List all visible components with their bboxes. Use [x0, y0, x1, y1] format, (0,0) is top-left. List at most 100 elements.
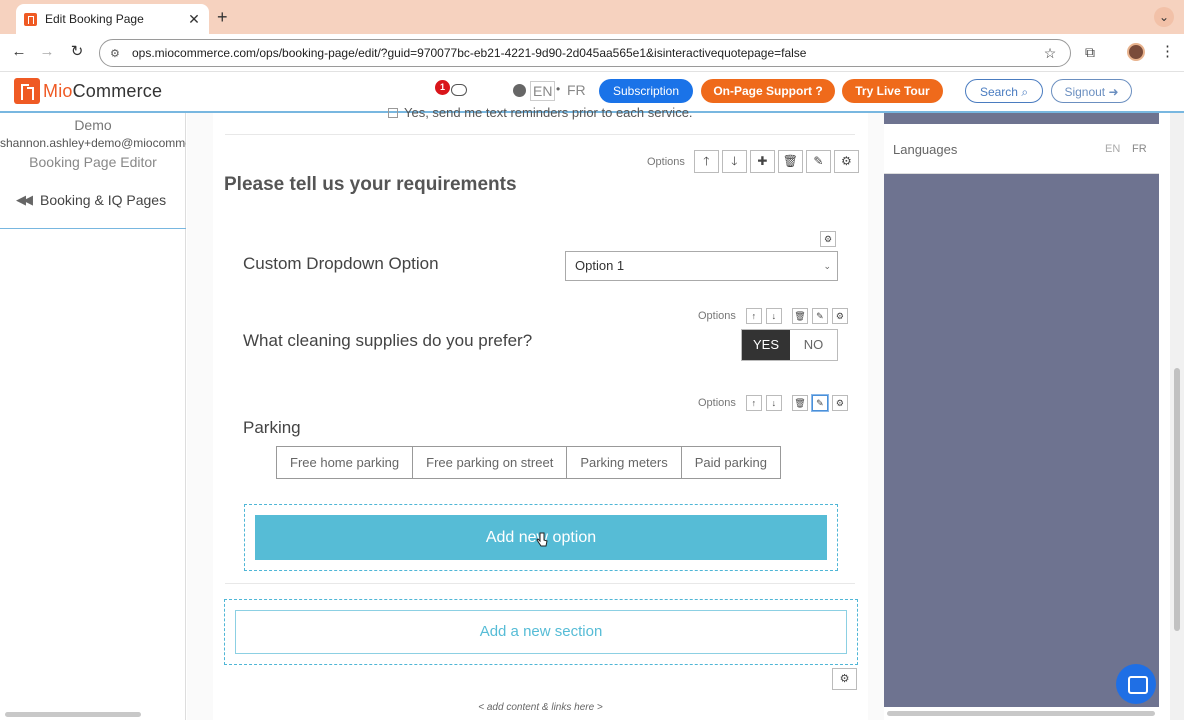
- divider: [225, 134, 855, 135]
- signout-label: Signout: [1064, 85, 1106, 99]
- no-option[interactable]: NO: [790, 330, 837, 360]
- reload-icon[interactable]: ↻: [67, 42, 87, 62]
- settings-icon[interactable]: ⚙: [831, 395, 848, 411]
- back-to-pages-link[interactable]: ◀◀ Booking & IQ Pages: [16, 192, 166, 208]
- add-new-section-button[interactable]: Add a new section: [235, 610, 847, 654]
- checkbox[interactable]: [388, 108, 398, 118]
- tab-title: Edit Booking Page: [45, 12, 144, 26]
- tab-close-icon[interactable]: ✕: [187, 11, 201, 28]
- address-bar[interactable]: ⚙ ops.miocommerce.com/ops/booking-page/e…: [99, 39, 1071, 67]
- chevron-down-icon: ⌄: [823, 261, 831, 271]
- parking-option[interactable]: Free home parking: [277, 447, 414, 478]
- browser-toolbar: ← → ↻ ⚙ ops.miocommerce.com/ops/booking-…: [0, 34, 1184, 72]
- parking-option[interactable]: Paid parking: [682, 447, 780, 478]
- section-options-toolbar: Options 🡑 🡓 ✚ 🗑 ✎ ⚙: [647, 150, 859, 173]
- settings-icon[interactable]: ⚙: [831, 308, 848, 324]
- scrollbar-thumb[interactable]: [1174, 368, 1180, 631]
- forward-icon[interactable]: →: [37, 42, 57, 62]
- dropdown-field-label: Custom Dropdown Option: [243, 254, 439, 273]
- add-icon[interactable]: ✚: [749, 150, 775, 173]
- parking-choice-group: Free home parking Free parking on street…: [276, 446, 782, 479]
- move-down-icon[interactable]: 🡓: [721, 150, 747, 173]
- miocommerce-logo[interactable]: MioCommerce: [14, 78, 162, 104]
- site-info-icon[interactable]: ⚙: [110, 47, 124, 60]
- signout-button[interactable]: Signout ➜: [1051, 79, 1132, 103]
- browser-tab[interactable]: Edit Booking Page ✕: [16, 4, 209, 34]
- double-left-arrow-icon: ◀◀: [16, 192, 33, 207]
- edit-icon[interactable]: ✎: [811, 395, 828, 411]
- browser-tab-bar: Edit Booking Page ✕ + ⌄: [0, 0, 1184, 34]
- footer-hint: < add content & links here >: [478, 702, 603, 713]
- text-reminder-checkbox-row[interactable]: Yes, send me text reminders prior to eac…: [388, 105, 693, 120]
- lang-en-option[interactable]: EN: [530, 81, 556, 101]
- move-up-icon[interactable]: ↑: [745, 395, 762, 411]
- edit-icon[interactable]: ✎: [805, 150, 831, 173]
- move-up-icon[interactable]: 🡑: [693, 150, 719, 173]
- url-text[interactable]: ops.miocommerce.com/ops/booking-page/edi…: [132, 46, 1040, 60]
- account-email: shannon.ashley+demo@miocommerce.com: [0, 136, 186, 150]
- browser-menu-icon[interactable]: ⋮: [1160, 42, 1175, 60]
- dropdown-value: Option 1: [575, 258, 625, 273]
- parking-option[interactable]: Parking meters: [567, 447, 682, 478]
- settings-icon[interactable]: ⚙: [832, 668, 857, 690]
- on-page-support-button[interactable]: On-Page Support ?: [701, 79, 835, 103]
- languages-row: Languages EN FR: [884, 124, 1159, 174]
- extensions-icon[interactable]: ⧉: [1085, 44, 1095, 61]
- new-tab-icon[interactable]: +: [217, 7, 228, 28]
- edit-icon[interactable]: ✎: [811, 308, 828, 324]
- question-options-toolbar: Options ↑ ↓ 🗑 ✎ ⚙: [698, 308, 848, 324]
- checkbox-label: Yes, send me text reminders prior to eac…: [404, 105, 693, 120]
- sidebar-hscrollbar[interactable]: [5, 712, 141, 717]
- back-icon[interactable]: ←: [9, 42, 29, 62]
- divider: [225, 583, 855, 584]
- delete-icon[interactable]: 🗑: [791, 308, 808, 324]
- language-fr-option[interactable]: FR: [1132, 143, 1147, 155]
- search-button[interactable]: Search ⌕: [965, 79, 1043, 103]
- add-section-dropzone: Add a new section: [224, 599, 858, 665]
- yes-option[interactable]: YES: [742, 330, 790, 360]
- chat-icon[interactable]: [451, 84, 467, 96]
- settings-icon[interactable]: ⚙: [833, 150, 859, 173]
- parking-options-toolbar: Options ↑ ↓ 🗑 ✎ ⚙: [698, 395, 848, 411]
- settings-icon[interactable]: ⚙: [820, 231, 836, 247]
- search-label: Search: [979, 85, 1018, 99]
- yes-no-toggle: YES NO: [741, 329, 838, 361]
- page-vscrollbar[interactable]: [1170, 113, 1184, 720]
- right-panel-hscrollbar[interactable]: [887, 711, 1155, 716]
- logo-text: MioCommerce: [43, 80, 163, 101]
- panel-header-strip: [884, 113, 1159, 124]
- right-panel: Languages EN FR: [884, 113, 1159, 707]
- account-name: Demo: [74, 117, 112, 133]
- delete-icon[interactable]: 🗑: [777, 150, 803, 173]
- cleaning-supplies-label: What cleaning supplies do you prefer?: [243, 331, 533, 350]
- subscription-button[interactable]: Subscription: [599, 79, 693, 103]
- try-live-tour-button[interactable]: Try Live Tour: [842, 79, 943, 103]
- lang-separator: •: [556, 82, 561, 96]
- move-down-icon[interactable]: ↓: [765, 395, 782, 411]
- chat-widget-button[interactable]: [1116, 664, 1156, 704]
- search-icon: ⌕: [1021, 85, 1029, 99]
- move-down-icon[interactable]: ↓: [765, 308, 782, 324]
- bookmark-star-icon[interactable]: ☆: [1040, 45, 1060, 62]
- hand-cursor-icon: [536, 532, 548, 547]
- editor-canvas: Yes, send me text reminders prior to eac…: [213, 105, 868, 720]
- globe-icon: [513, 84, 526, 97]
- move-up-icon[interactable]: ↑: [745, 308, 762, 324]
- back-link-label: Booking & IQ Pages: [40, 192, 167, 208]
- languages-label: Languages: [893, 142, 958, 157]
- section-title: Please tell us your requirements: [224, 174, 517, 195]
- language-en-option[interactable]: EN: [1105, 143, 1120, 155]
- favicon-icon: [24, 12, 37, 26]
- right-gutter: [868, 113, 884, 720]
- left-sidebar: Demo shannon.ashley+demo@miocommerce.com…: [0, 113, 186, 720]
- tab-search-icon[interactable]: ⌄: [1154, 7, 1174, 27]
- notification-badge: 1: [435, 80, 450, 95]
- profile-avatar[interactable]: [1127, 43, 1145, 61]
- left-gutter: [187, 113, 213, 720]
- delete-icon[interactable]: 🗑: [791, 395, 808, 411]
- logo-mark-icon: [14, 78, 40, 104]
- sidebar-divider: [0, 228, 186, 229]
- custom-dropdown-select[interactable]: Option 1 ⌄: [565, 251, 838, 281]
- lang-fr-option[interactable]: FR: [567, 82, 586, 98]
- parking-option[interactable]: Free parking on street: [413, 447, 568, 478]
